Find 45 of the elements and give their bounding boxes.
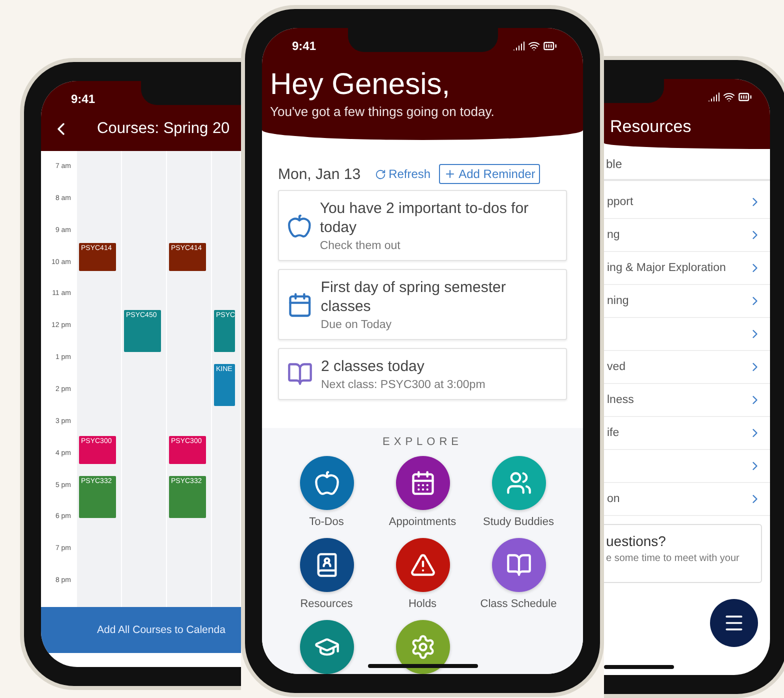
card-subtitle: Check them out bbox=[320, 240, 402, 252]
apple-icon bbox=[314, 470, 340, 496]
summary-card[interactable]: 2 classes today Next class: PSYC300 at 3:00pm bbox=[278, 348, 567, 400]
card-title: You have 2 important to-dos for today bbox=[320, 199, 530, 237]
card-title: First day of spring semester classes bbox=[320, 278, 507, 316]
menu-button[interactable] bbox=[710, 599, 758, 647]
card-subtitle: Next class: PSYC300 at 3:00pm bbox=[321, 379, 486, 391]
section-title: EXPLORE bbox=[382, 436, 462, 448]
settings-icon bbox=[410, 634, 436, 660]
card-title: uestions? bbox=[606, 533, 667, 549]
screen-title: Resources bbox=[609, 116, 692, 137]
refresh-icon bbox=[374, 168, 386, 180]
calendar-icon bbox=[410, 470, 436, 496]
explore-tile[interactable]: Appointments bbox=[374, 456, 470, 528]
screen-title: Courses: Spring 20 bbox=[97, 120, 230, 138]
home-indicator bbox=[604, 665, 674, 669]
status-time: 9:41 bbox=[71, 92, 96, 106]
book-icon bbox=[287, 361, 313, 387]
card-title: 2 classes today bbox=[321, 357, 426, 376]
calendar-icon bbox=[287, 292, 313, 318]
date-label: Mon, Jan 13 bbox=[278, 166, 361, 182]
greeting-subtitle: You've got a few things going on today. bbox=[270, 104, 496, 119]
explore-tile[interactable]: Resources bbox=[278, 538, 374, 610]
status-time: 9:41 bbox=[292, 39, 316, 53]
summary-card[interactable]: First day of spring semester classes Due on Today bbox=[278, 269, 567, 340]
explore-tile[interactable]: Study Buddies bbox=[470, 456, 566, 528]
battery-icon bbox=[543, 39, 557, 53]
warning-icon bbox=[410, 552, 436, 578]
battery-icon bbox=[738, 90, 752, 104]
book-icon bbox=[506, 552, 532, 578]
add-reminder-button[interactable]: Add Reminder bbox=[438, 164, 540, 184]
signal-icon bbox=[708, 91, 720, 103]
card-subtitle: Due on Today bbox=[320, 319, 393, 331]
people-icon bbox=[506, 470, 532, 496]
card-text: e some time to meet with your bbox=[606, 553, 740, 564]
greeting: Hey Genesis, bbox=[270, 68, 452, 102]
explore-tile[interactable]: Holds bbox=[374, 538, 470, 610]
add-courses-button[interactable]: Add All Courses to Calenda bbox=[41, 607, 241, 653]
plus-icon bbox=[444, 168, 456, 180]
refresh-link[interactable]: Refresh bbox=[374, 167, 431, 181]
explore-tile[interactable]: To-Dos bbox=[278, 456, 374, 528]
explore-tile[interactable]: Class Schedule bbox=[470, 538, 566, 610]
signal-icon bbox=[513, 40, 525, 52]
apple-icon bbox=[287, 212, 312, 238]
summary-card[interactable]: You have 2 important to-dos for today Check them out bbox=[278, 190, 567, 261]
